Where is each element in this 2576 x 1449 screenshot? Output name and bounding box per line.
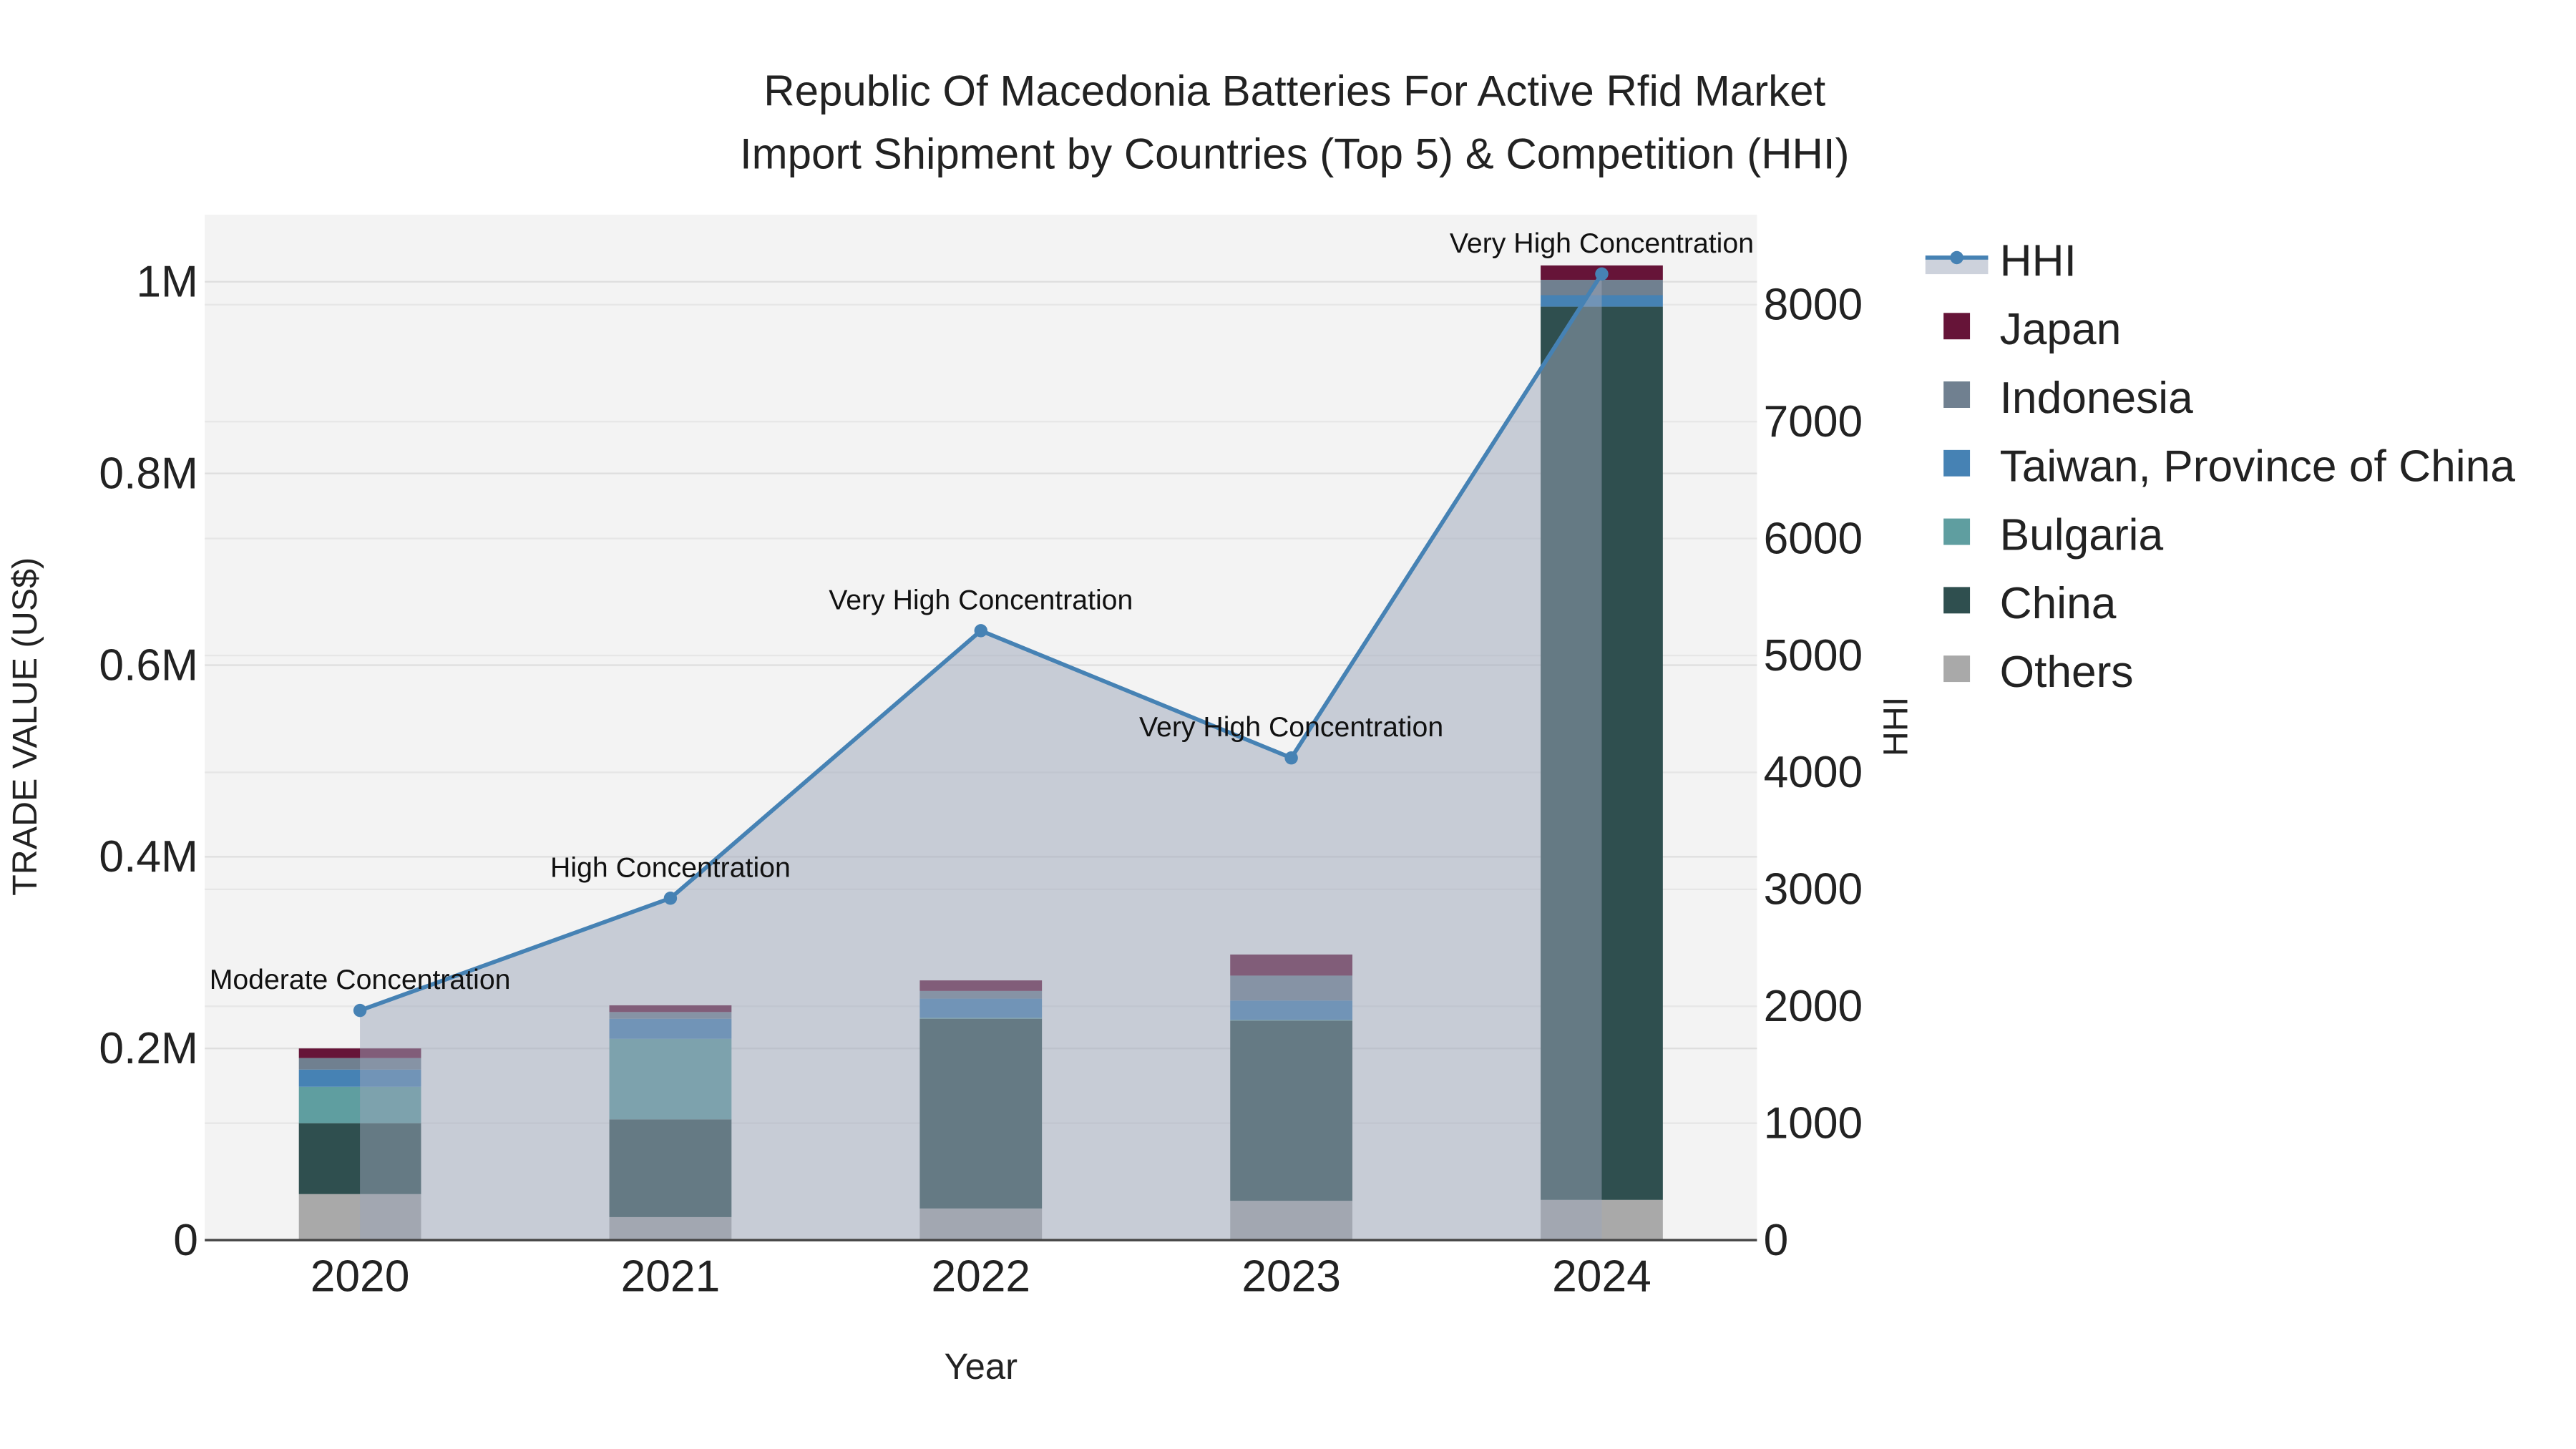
hhi-annotation-2020: Moderate Concentration	[210, 964, 511, 995]
y2-tick-label: 3000	[1764, 865, 1863, 914]
x-axis-ticks: 2020 2021 2022 2023 2024	[311, 1252, 1652, 1302]
y2-tick-label: 7000	[1764, 397, 1863, 447]
y2-axis-ticks: 0 1000 2000 3000 4000 5000 6000 7000 8000	[1764, 280, 1863, 1265]
y2-tick-label: 4000	[1764, 748, 1863, 797]
legend-label: China	[2000, 579, 2117, 628]
legend-item-others[interactable]: Others	[1943, 648, 2134, 697]
y-tick-label: 0.2M	[99, 1024, 198, 1073]
y-tick-label: 0.4M	[99, 832, 198, 882]
legend-item-japan[interactable]: Japan	[1943, 305, 2121, 354]
hhi-point-2023[interactable]	[1284, 751, 1298, 765]
y2-tick-label: 6000	[1764, 514, 1863, 563]
y2-tick-label: 1000	[1764, 1098, 1863, 1148]
y-tick-label: 1M	[136, 258, 198, 307]
legend-label: Japan	[2000, 305, 2122, 354]
legend: HHI Japan Indonesia Taiwan, Province of Chi…	[1925, 236, 2515, 697]
y-tick-label: 0.6M	[99, 640, 198, 690]
x-tick-label: 2023	[1241, 1252, 1341, 1302]
legend-item-china[interactable]: China	[1943, 579, 2117, 628]
x-tick-label: 2020	[311, 1252, 410, 1302]
chart: Republic Of Macedonia Batteries For Acti…	[6, 67, 2515, 1387]
y2-tick-label: 8000	[1764, 280, 1863, 330]
legend-item-hhi[interactable]: HHI	[1925, 236, 2077, 286]
chart-title-line1: Republic Of Macedonia Batteries For Acti…	[763, 67, 1825, 115]
legend-label: Bulgaria	[2000, 510, 2164, 560]
y2-axis-label: HHI	[1876, 697, 1915, 756]
legend-item-taiwan-province-of-china[interactable]: Taiwan, Province of China	[1943, 442, 2515, 492]
legend-swatch	[1943, 587, 1971, 614]
legend-label: Others	[2000, 648, 2134, 697]
legend-swatch-marker	[1950, 250, 1963, 265]
legend-item-indonesia[interactable]: Indonesia	[1943, 374, 2193, 423]
y-axis-label: TRADE VALUE (US$)	[6, 557, 44, 896]
legend-item-bulgaria[interactable]: Bulgaria	[1943, 510, 2164, 560]
y2-tick-label: 2000	[1764, 982, 1863, 1031]
hhi-point-2024[interactable]	[1595, 267, 1609, 281]
x-tick-label: 2024	[1552, 1252, 1652, 1302]
y2-tick-label: 0	[1764, 1216, 1789, 1265]
y-tick-label: 0.8M	[99, 449, 198, 498]
hhi-annotation-2022: Very High Concentration	[829, 584, 1133, 615]
legend-swatch	[1943, 518, 1971, 545]
y-axis-ticks: 0 0.2M 0.4M 0.6M 0.8M 1M	[99, 258, 198, 1265]
legend-label: HHI	[2000, 236, 2077, 286]
legend-swatch	[1943, 381, 1971, 408]
legend-swatch	[1943, 313, 1971, 340]
hhi-point-2021[interactable]	[663, 892, 678, 905]
hhi-annotation-2021: High Concentration	[550, 852, 791, 883]
x-tick-label: 2022	[931, 1252, 1030, 1302]
hhi-annotation-2024: Very High Concentration	[1450, 228, 1754, 259]
hhi-point-2020[interactable]	[353, 1003, 367, 1018]
legend-label: Taiwan, Province of China	[2000, 442, 2516, 492]
x-axis-label: Year	[944, 1346, 1018, 1387]
hhi-annotation-2023: Very High Concentration	[1139, 711, 1443, 743]
x-tick-label: 2021	[621, 1252, 721, 1302]
y2-tick-label: 5000	[1764, 631, 1863, 680]
chart-title-line2: Import Shipment by Countries (Top 5) & C…	[740, 130, 1850, 177]
legend-swatch	[1943, 655, 1971, 683]
legend-swatch	[1943, 449, 1971, 477]
legend-label: Indonesia	[2000, 374, 2194, 423]
y-tick-label: 0	[173, 1216, 198, 1265]
hhi-point-2022[interactable]	[974, 624, 987, 638]
